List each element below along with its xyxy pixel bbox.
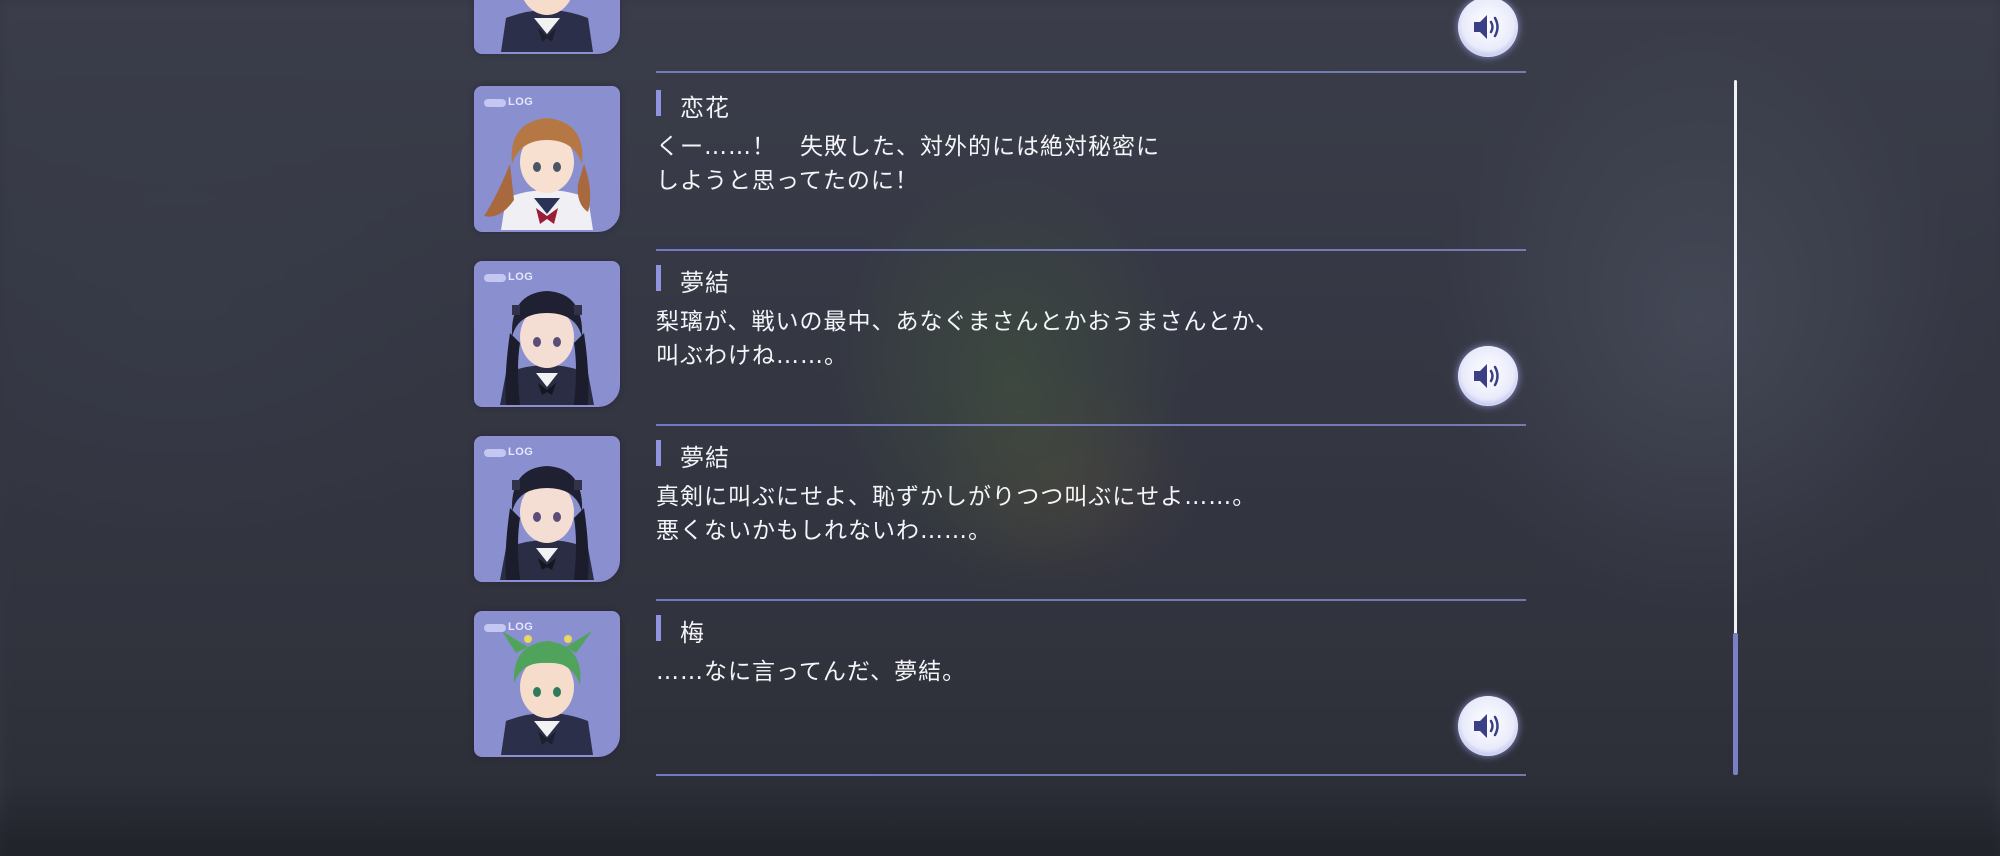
log-entry: LOG 梅 ……なに言ってんだ、夢結。 — [470, 601, 1530, 776]
log-badge: LOG — [484, 446, 533, 460]
log-badge-text: LOG — [508, 621, 534, 633]
backlog-list[interactable]: LOG 恋花 くー……！ 失敗した、対外的には絶対秘密に しようと思ってたのに！ — [470, 0, 1530, 856]
character-portrait-yuyu: LOG — [474, 261, 620, 407]
replay-voice-button[interactable] — [1458, 0, 1518, 57]
backlog-screen: LOG 恋花 くー……！ 失敗した、対外的には絶対秘密に しようと思ってたのに！ — [0, 0, 2000, 856]
dialogue-text: 真剣に叫ぶにせよ、恥ずかしがりつつ叫ぶにせよ……。 悪くないかもしれないわ……。 — [656, 484, 1257, 544]
scrollbar-thumb[interactable] — [1733, 633, 1738, 775]
log-badge-text: LOG — [508, 96, 534, 108]
log-badge-pill — [484, 624, 506, 632]
character-portrait-renka: LOG — [474, 86, 620, 232]
speaker-volume-icon — [1474, 714, 1499, 738]
character-portrait-ume — [474, 0, 620, 54]
dialogue-text: 梨璃が、戦いの最中、あなぐまさんとかおうまさんとか、 叫ぶわけね……。 — [656, 309, 1280, 369]
speaker-name: 梅 — [680, 619, 705, 647]
dialogue-text: くー……！ 失敗した、対外的には絶対秘密に しようと思ってたのに！ — [656, 134, 1160, 194]
replay-voice-button[interactable] — [1458, 346, 1518, 406]
log-badge-text: LOG — [508, 446, 534, 458]
log-badge: LOG — [484, 621, 533, 635]
speaker-name-marker — [656, 615, 661, 641]
speaker-name: 夢結 — [680, 444, 730, 472]
speaker-name-marker — [656, 440, 661, 466]
speaker-volume-icon — [1474, 364, 1499, 388]
character-portrait-yuyu: LOG — [474, 436, 620, 582]
log-entry: LOG 恋花 くー……！ 失敗した、対外的には絶対秘密に しようと思ってたのに！ — [470, 76, 1530, 251]
log-entry: LOG 夢結 真剣に叫ぶにせよ、恥ずかしがりつつ叫ぶにせよ……。 悪くないかもし… — [470, 426, 1530, 601]
replay-voice-button[interactable] — [1458, 696, 1518, 756]
speaker-name-marker — [656, 90, 661, 116]
speaker-name-marker — [656, 265, 661, 291]
log-badge-pill — [484, 274, 506, 282]
dialogue-text: ……なに言ってんだ、夢結。 — [656, 659, 967, 685]
ume-portrait-icon — [476, 0, 618, 52]
log-badge-pill — [484, 449, 506, 457]
speaker-volume-icon — [1474, 15, 1499, 39]
entry-separator — [656, 71, 1526, 73]
log-badge: LOG — [484, 271, 533, 285]
entry-separator — [656, 774, 1526, 776]
speaker-name: 恋花 — [680, 94, 730, 122]
character-portrait-ume: LOG — [474, 611, 620, 757]
speaker-name: 夢結 — [680, 269, 730, 297]
log-badge: LOG — [484, 96, 533, 110]
log-entry — [470, 0, 1530, 73]
log-badge-text: LOG — [508, 271, 534, 283]
log-badge-pill — [484, 99, 506, 107]
log-entry: LOG 夢結 梨璃が、戦いの最中、あなぐまさんとかおうまさんとか、 叫ぶわけね…… — [470, 251, 1530, 426]
